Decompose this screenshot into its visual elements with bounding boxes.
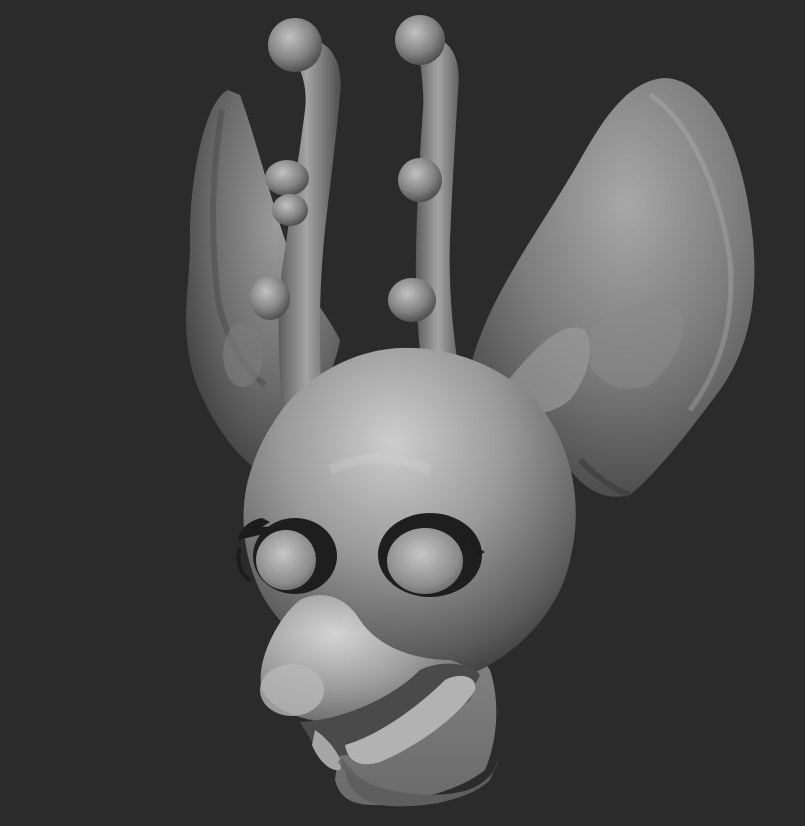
sculpt-render xyxy=(186,15,755,807)
nose xyxy=(260,664,324,716)
sculpt-viewport[interactable] xyxy=(0,0,805,826)
